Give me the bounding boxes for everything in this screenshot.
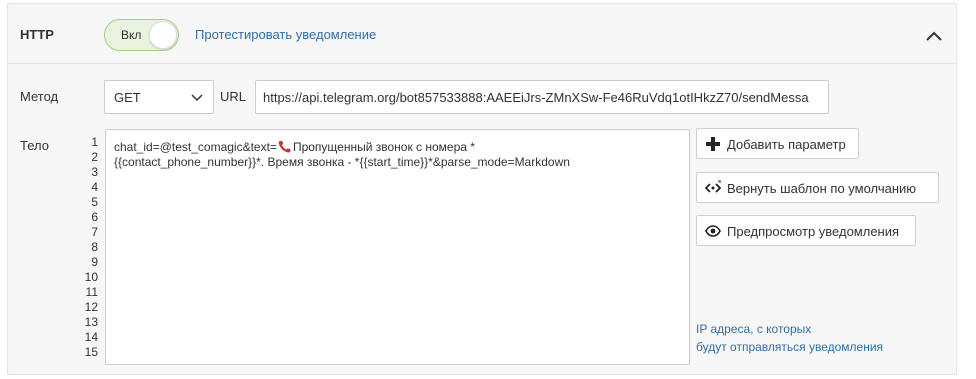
line-number-gutter: 1 2 3 4 5 6 7 8 9 10 11 12 13 14 15 <box>78 135 98 360</box>
add-parameter-label: Добавить параметр <box>727 137 846 152</box>
line-number: 9 <box>91 255 98 269</box>
toggle-knob <box>149 21 177 49</box>
line-number: 15 <box>84 345 98 359</box>
header-divider <box>8 63 956 64</box>
reset-template-button[interactable]: Вернуть шаблон по умолчанию <box>696 172 939 203</box>
line-number: 6 <box>91 210 98 224</box>
body-label: Тело <box>20 138 49 153</box>
line-number: 1 <box>91 135 98 149</box>
line-number: 5 <box>91 195 98 209</box>
line-number: 12 <box>84 300 98 314</box>
method-select[interactable]: GET <box>104 80 214 114</box>
ip-note-line-2: будут отправляться уведомления <box>696 340 884 354</box>
method-label: Метод <box>20 89 59 104</box>
chevron-down-icon <box>191 94 203 102</box>
toggle-label: Вкл <box>121 28 142 42</box>
reset-template-label: Вернуть шаблон по умолчанию <box>727 181 917 196</box>
code-text: Пропущенный звонок с номера * <box>292 140 475 154</box>
code-line-2: {{contact_phone_number}}*. Время звонка … <box>114 155 570 169</box>
method-select-value: GET <box>114 90 141 105</box>
line-number: 11 <box>85 285 98 299</box>
test-notification-link[interactable]: Протестировать уведомление <box>195 27 376 42</box>
plus-icon <box>706 137 720 151</box>
preview-notification-button[interactable]: Предпросмотр уведомления <box>696 215 916 246</box>
line-number: 7 <box>91 225 98 239</box>
line-number: 13 <box>84 315 98 329</box>
url-label: URL <box>220 89 247 104</box>
section-title: HTTP <box>20 27 54 42</box>
url-input[interactable] <box>255 80 829 114</box>
preview-notification-label: Предпросмотр уведомления <box>727 224 900 239</box>
enable-toggle[interactable]: Вкл <box>104 19 179 51</box>
line-number: 4 <box>91 180 98 194</box>
code-line-1: chat_id=@test_comagic&text= Пропущенный з… <box>114 140 475 155</box>
line-number: 3 <box>91 165 98 179</box>
line-number: 14 <box>84 330 98 344</box>
eye-icon <box>705 225 721 237</box>
ip-addresses-link[interactable]: IP адреса, с которых будут отправляться … <box>696 320 883 356</box>
code-text: chat_id=@test_comagic&text= <box>114 140 277 154</box>
chevron-up-icon[interactable] <box>924 26 944 46</box>
line-number: 10 <box>84 270 98 284</box>
ip-note-line-1: IP адреса, с которых <box>696 322 812 336</box>
line-number: 2 <box>91 150 98 164</box>
http-notification-panel: HTTP Вкл Протестировать уведомление Мето… <box>7 3 957 375</box>
phone-icon <box>278 141 291 153</box>
code-reset-icon <box>705 180 721 193</box>
line-number: 8 <box>91 240 98 254</box>
body-editor[interactable]: chat_id=@test_comagic&text= Пропущенный з… <box>105 129 690 365</box>
add-parameter-button[interactable]: Добавить параметр <box>696 128 859 159</box>
